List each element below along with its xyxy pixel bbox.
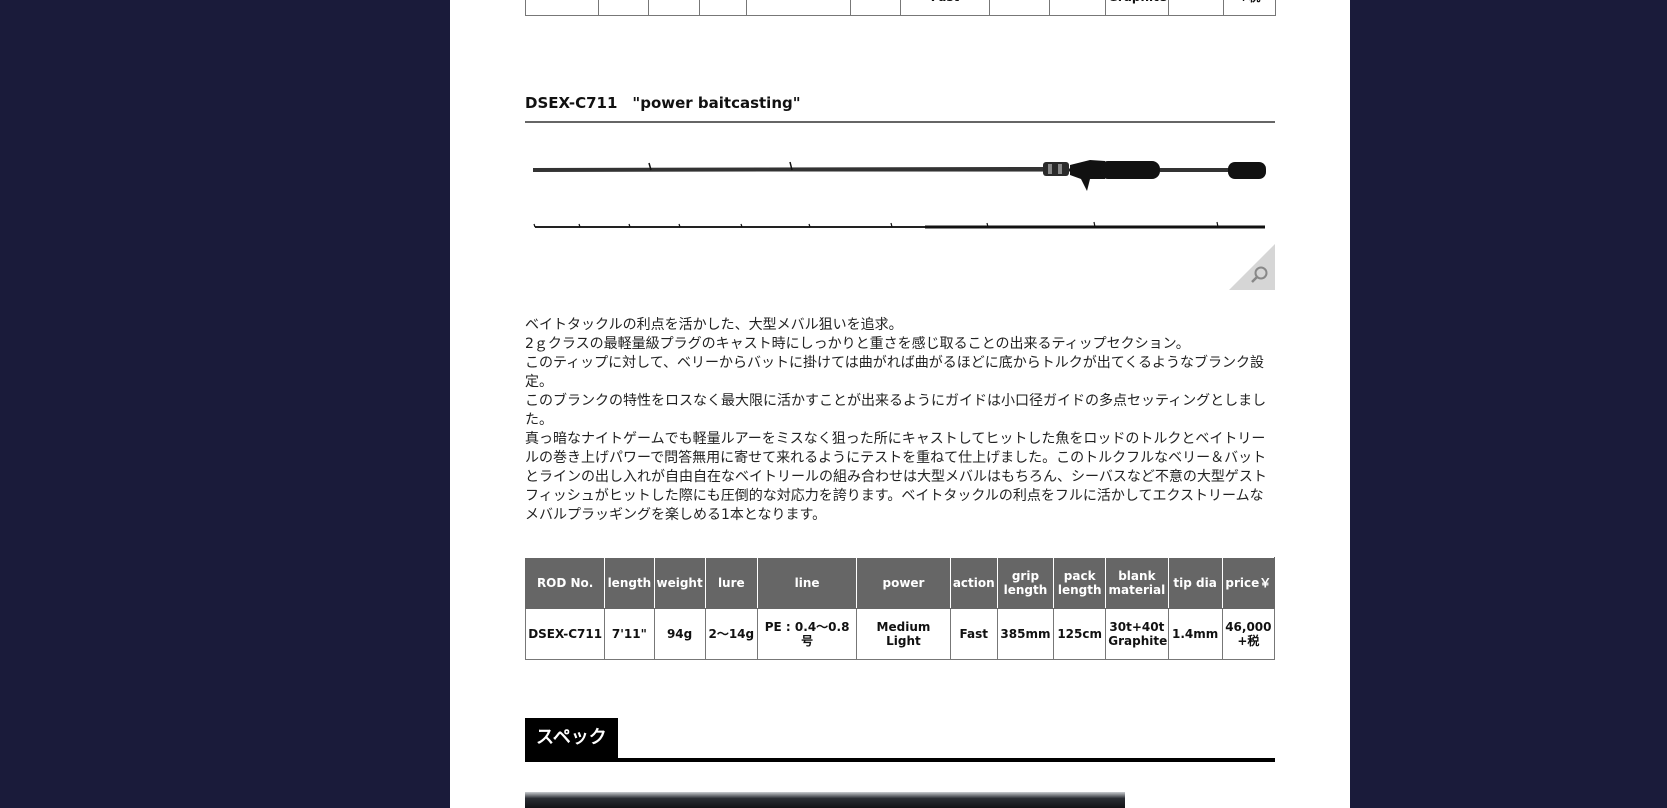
table-cell: 7'11" [604, 608, 655, 660]
table-row: DSEX-C711 7'11" 94g 2〜14g PE : 0.4〜0.8号 Mediu… [524, 608, 1276, 660]
table-header-cell: ROD No. [524, 557, 606, 609]
table-header-cell: power [856, 557, 951, 609]
table-header-cell: lure [704, 557, 758, 609]
description-line: このブランクの特性をロスなく最大限に活かすことが出来るようにガイドは小口径ガイド… [525, 393, 1267, 428]
table-cell: 385mm [996, 608, 1055, 660]
product-image[interactable] [525, 135, 1275, 290]
table-header-cell: line [756, 557, 858, 609]
content-panel: DSEX-C747'4"90g2〜8gPE 0.3〜0.6号LightRegul… [450, 0, 1350, 808]
table-cell: 1.4mm [1167, 608, 1223, 660]
table-cell: Light [850, 0, 901, 16]
table-cell: 30t+40t Graphite [1105, 608, 1169, 660]
table-cell: Fast [949, 608, 998, 660]
spec-heading-rule [525, 758, 1275, 762]
table-cell: DSEX-C74 [525, 0, 599, 16]
table-header-cell: length [604, 557, 655, 609]
zoom-image-button[interactable] [1229, 244, 1275, 290]
table-cell: 90g [648, 0, 700, 16]
table-cell: 7'4" [598, 0, 649, 16]
table-cell: PE 0.3〜0.6号 [746, 0, 851, 16]
table-header-cell: pack length [1053, 557, 1107, 609]
table-header-cell: tip dia [1167, 557, 1223, 609]
spec-photo [525, 792, 1125, 808]
table-cell: Medium Light [856, 608, 951, 660]
product-description: ベイトタックルの利点を活かした、大型メバル狙いを追求。 2ｇクラスの最軽量級プラ… [525, 316, 1275, 525]
table-cell: 115cm [1049, 0, 1106, 16]
table-row: DSEX-C747'4"90g2〜8gPE 0.3〜0.6号LightRegul… [525, 0, 1276, 16]
table-cell: 2〜14g [704, 608, 758, 660]
table-header-row: ROD No. length weight lure line power action gr… [524, 557, 1276, 609]
table-cell: 125cm [1053, 608, 1107, 660]
table-cell: 2〜8g [699, 0, 747, 16]
spec-section-heading: スペック [525, 718, 1275, 762]
description-line: 真っ暗なナイトゲームでも軽量ルアーをミスなく狙った所にキャストしてヒットした魚を… [525, 431, 1267, 523]
table-cell: 94g [653, 608, 706, 660]
rod-illustration [532, 160, 1266, 229]
table-cell: PE : 0.4〜0.8号 [756, 608, 858, 660]
description-line: このティップに対して、ベリーからバットに掛けては曲がれば曲がるほどに底からトルク… [525, 355, 1265, 390]
description-line: ベイトタックルの利点を活かした、大型メバル狙いを追求。 [525, 317, 903, 333]
table-cell: 30t+40t Graphite [1105, 0, 1169, 16]
table-cell: Regular Fast [900, 0, 990, 16]
table-header-cell: price￥ [1221, 557, 1276, 609]
previous-spec-table: DSEX-C747'4"90g2〜8gPE 0.3〜0.6号LightRegul… [525, 0, 1276, 16]
product-title: DSEX-C711 "power baitcasting" [525, 94, 801, 112]
spec-heading-label: スペック [525, 718, 618, 758]
table-cell: 1.4mm [1168, 0, 1224, 16]
table-header-cell: blank material [1105, 557, 1169, 609]
table-header-cell: weight [653, 557, 706, 609]
table-cell: 42,000 +税 [1223, 0, 1276, 16]
spec-table: ROD No. length weight lure line power action gr… [524, 557, 1276, 660]
table-cell: DSEX-C711 [524, 608, 606, 660]
table-cell: 385mm [989, 0, 1050, 16]
table-header-cell: action [949, 557, 998, 609]
table-cell: 46,000 +税 [1221, 608, 1276, 660]
description-line: 2ｇクラスの最軽量級プラグのキャスト時にしっかりと重さを感じ取ることの出来るティ… [525, 336, 1190, 352]
title-divider [525, 121, 1275, 123]
table-header-cell: grip length [996, 557, 1055, 609]
